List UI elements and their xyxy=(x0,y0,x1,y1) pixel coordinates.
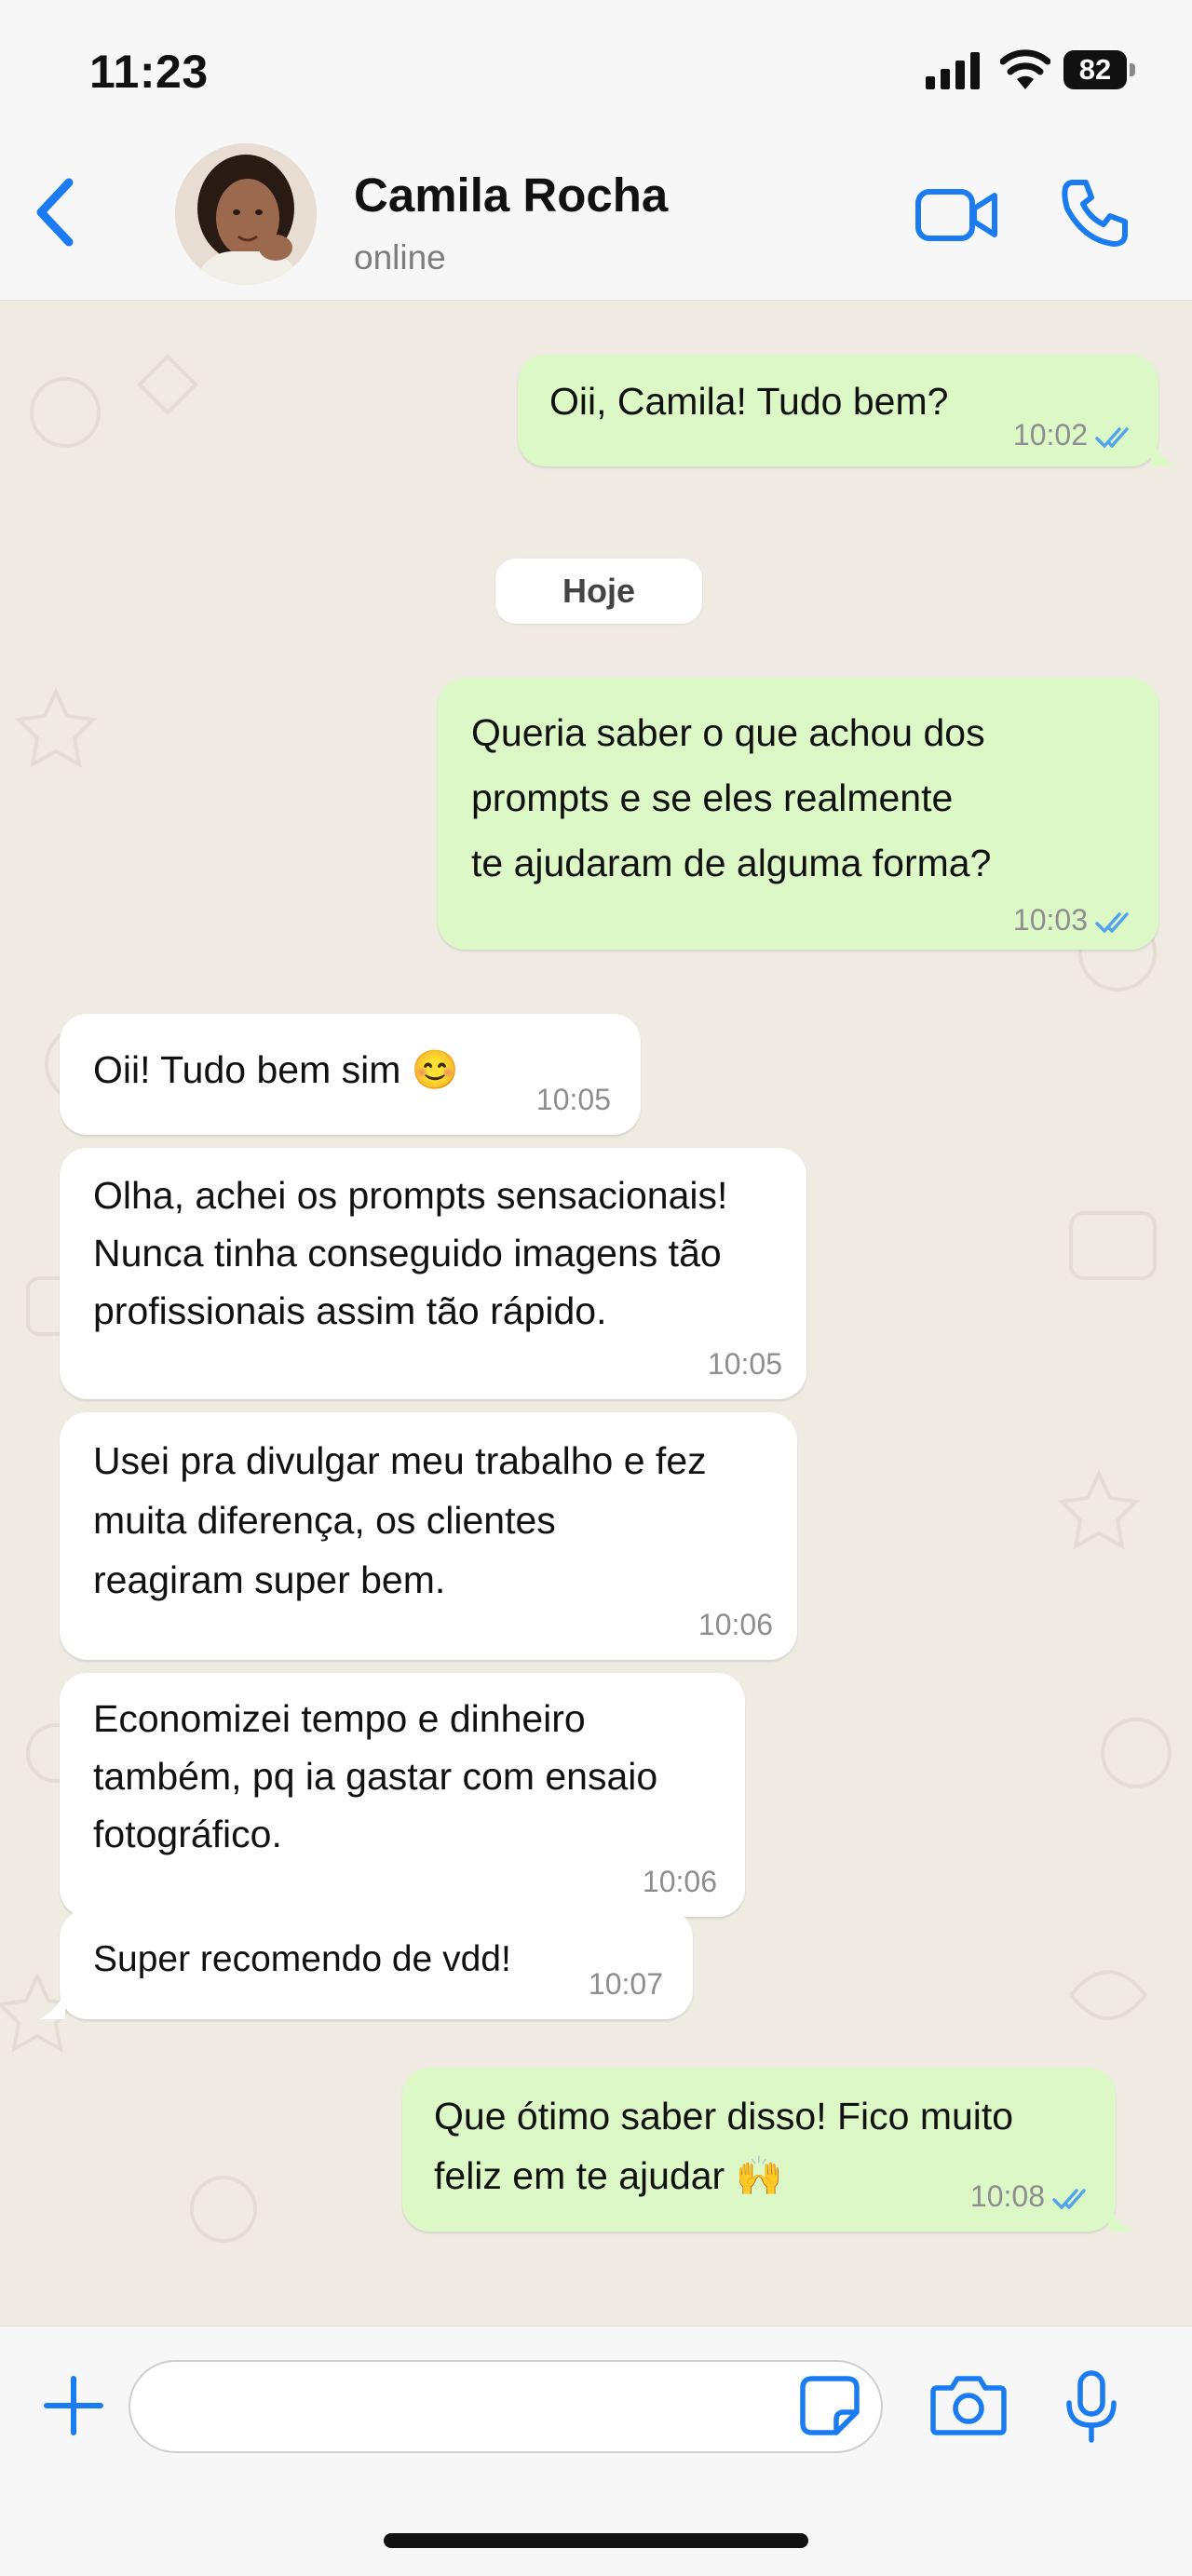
message-text: Usei pra divulgar meu trabalho e fez mui… xyxy=(93,1439,707,1601)
home-indicator[interactable] xyxy=(384,2533,808,2548)
microphone-icon[interactable] xyxy=(1062,2369,1121,2444)
message-outgoing[interactable]: Queria saber o que achou dos prompts e s… xyxy=(438,678,1158,950)
message-text: Queria saber o que achou dos prompts e s… xyxy=(471,711,992,884)
message-incoming[interactable]: Olha, achei os prompts sensacionais! Nun… xyxy=(60,1148,806,1399)
date-separator: Hoje xyxy=(495,559,702,624)
bubble-tail xyxy=(39,1991,65,2019)
message-text: Economizei tempo e dinheiro também, pq i… xyxy=(93,1697,658,1855)
message-incoming[interactable]: Oii! Tudo bem sim 😊 10:05 xyxy=(60,1014,641,1135)
message-time: 10:07 xyxy=(588,1967,663,2001)
message-time: 10:03 xyxy=(1012,903,1088,937)
message-text: Oii, Camila! Tudo bem? xyxy=(549,380,949,423)
message-text: Super recomendo de vdd! xyxy=(93,1939,511,1979)
message-time: 10:08 xyxy=(969,2179,1045,2213)
message-meta: 10:08 xyxy=(970,2178,1095,2215)
double-check-icon xyxy=(1052,2188,1086,2210)
message-input-box[interactable] xyxy=(129,2360,883,2453)
message-time: 10:06 xyxy=(698,1608,773,1641)
battery-tip xyxy=(1130,63,1135,76)
plus-icon[interactable] xyxy=(43,2375,104,2436)
wifi-icon xyxy=(1000,49,1050,89)
bubble-tail xyxy=(1108,2204,1134,2232)
contact-status: online xyxy=(354,238,446,276)
message-composer xyxy=(0,2326,1192,2576)
double-check-icon xyxy=(1095,911,1129,934)
message-text: Que ótimo saber disso! Fico muito feliz … xyxy=(434,2095,1014,2197)
message-input[interactable] xyxy=(164,2379,764,2436)
chat-area[interactable]: Oii, Camila! Tudo bem? 10:02 Hoje Queria… xyxy=(0,301,1192,2325)
message-text: Oii! Tudo bem sim 😊 xyxy=(93,1048,459,1091)
message-outgoing[interactable]: Que ótimo saber disso! Fico muito feliz … xyxy=(402,2068,1116,2232)
message-time: 10:02 xyxy=(1012,418,1088,452)
sticker-icon[interactable] xyxy=(799,2375,860,2436)
double-check-icon xyxy=(1095,426,1129,449)
message-outgoing[interactable]: Oii, Camila! Tudo bem? 10:02 xyxy=(518,355,1158,466)
message-text: Olha, achei os prompts sensacionais! Nun… xyxy=(93,1174,728,1332)
contact-name[interactable]: Camila Rocha xyxy=(354,168,668,223)
message-time: 10:05 xyxy=(707,1347,782,1381)
message-incoming[interactable]: Economizei tempo e dinheiro também, pq i… xyxy=(60,1673,745,1917)
message-incoming[interactable]: Super recomendo de vdd! 10:07 xyxy=(60,1909,693,2019)
camera-icon[interactable] xyxy=(929,2371,1008,2438)
avatar-photo xyxy=(175,143,317,285)
message-incoming[interactable]: Usei pra divulgar meu trabalho e fez mui… xyxy=(60,1412,797,1660)
battery-indicator: 82 xyxy=(1063,50,1138,91)
avatar[interactable] xyxy=(175,143,317,285)
message-meta: 10:02 xyxy=(1013,416,1138,453)
video-camera-icon[interactable] xyxy=(914,182,1000,248)
top-bar: 11:23 82 Camila Rocha online xyxy=(0,0,1192,301)
message-time: 10:06 xyxy=(642,1865,717,1898)
bubble-tail xyxy=(1151,438,1177,466)
phone-icon[interactable] xyxy=(1058,175,1132,250)
cellular-signal-icon xyxy=(926,52,980,89)
status-time: 11:23 xyxy=(89,46,209,98)
message-time: 10:05 xyxy=(535,1083,611,1116)
battery-level: 82 xyxy=(1063,50,1127,89)
chevron-left-icon[interactable] xyxy=(32,175,80,250)
message-meta: 10:03 xyxy=(1013,901,1138,938)
